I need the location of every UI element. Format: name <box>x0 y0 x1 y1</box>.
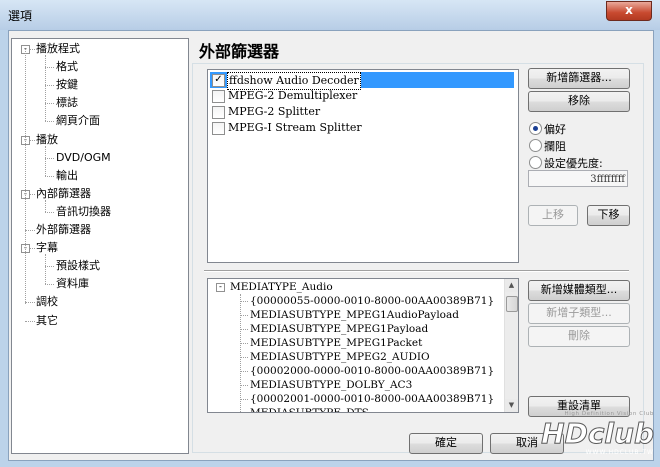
page-title: 外部篩選器 <box>199 42 280 61</box>
tree-connector <box>240 329 248 330</box>
tree-item[interactable]: 預設樣式 <box>56 258 100 274</box>
tree-item[interactable]: 按鍵 <box>56 77 78 93</box>
media-type-scrollbar[interactable]: ▲ ▼ <box>504 279 518 412</box>
tree-connector <box>240 385 248 386</box>
tree-item[interactable]: 其它 <box>36 313 58 329</box>
media-subtype-item[interactable]: MEDIASUBTYPE_DOLBY_AC3 <box>250 378 412 392</box>
tree-branch-line <box>45 199 46 212</box>
tree-connector <box>240 399 248 400</box>
media-subtype-item[interactable]: {00000055-0000-0010-8000-00AA00389B71} <box>250 294 494 308</box>
radio-label: 攔阻 <box>544 140 566 153</box>
radio-button[interactable] <box>529 122 542 135</box>
dialog-client: 播放程式 - 格式 按鍵 標誌 網頁介面 播放 - DVD/OGM 輸出 內部篩選器 - 音訊切換器 外部… <box>8 30 654 461</box>
watermark-url: WWW.HDCLUB.TW <box>586 449 654 456</box>
options-tree[interactable]: 播放程式 - 格式 按鍵 標誌 網頁介面 播放 - DVD/OGM 輸出 內部篩選器 - 音訊切換器 外部… <box>11 38 189 454</box>
external-filter-list[interactable]: ✓ ffdshow Audio Decoder MPEG-2 Demultiplex… <box>207 69 519 263</box>
section-divider <box>204 270 629 272</box>
tree-item[interactable]: 調校 <box>36 294 58 310</box>
move-down-button[interactable]: 下移 <box>587 205 630 226</box>
radio-label: 設定優先度: <box>544 157 603 170</box>
tree-item[interactable]: 字幕 <box>36 240 58 256</box>
scroll-up-arrow-icon[interactable]: ▲ <box>505 279 518 292</box>
media-type-root[interactable]: MEDIATYPE_Audio <box>230 280 333 294</box>
filter-checkbox[interactable]: ✓ <box>212 74 225 87</box>
filter-label: MPEG-2 Splitter <box>228 105 321 118</box>
filter-label: MPEG-2 Demultiplexer <box>228 89 358 102</box>
remove-button[interactable]: 移除 <box>528 91 630 112</box>
tree-connector <box>25 302 35 304</box>
media-type-tree[interactable]: MEDIATYPE_Audio - {00000055-0000-0010-8000… <box>207 278 519 413</box>
filter-checkbox[interactable] <box>212 122 225 135</box>
tree-connector <box>45 284 54 286</box>
close-button[interactable]: x <box>606 1 652 21</box>
delete-button[interactable]: 刪除 <box>528 326 630 347</box>
filter-label: MPEG-I Stream Splitter <box>228 121 362 134</box>
ok-button[interactable]: 確定 <box>409 433 483 454</box>
tree-item[interactable]: 外部篩選器 <box>36 222 91 238</box>
tree-connector <box>45 266 54 268</box>
tree-connector <box>240 357 248 358</box>
window-title: 選項 <box>8 9 33 23</box>
collapse-icon[interactable]: - <box>216 283 225 292</box>
tree-connector <box>25 230 35 231</box>
tree-item[interactable]: 輸出 <box>56 168 78 184</box>
tree-branch-line <box>240 294 241 412</box>
filter-row[interactable]: MPEG-2 Demultiplexer <box>210 88 514 104</box>
media-subtype-item[interactable]: MEDIASUBTYPE_MPEG1AudioPayload <box>250 308 459 322</box>
move-up-button[interactable]: 上移 <box>528 205 578 226</box>
filter-row[interactable]: MPEG-2 Splitter <box>210 104 514 120</box>
tree-item[interactable]: 播放程式 <box>36 41 80 57</box>
tree-connector <box>240 315 248 316</box>
radio-button[interactable] <box>529 156 542 169</box>
media-subtype-item[interactable]: MEDIASUBTYPE_MPEG2_AUDIO <box>250 350 430 364</box>
media-subtype-item[interactable]: MEDIASUBTYPE_DTS <box>250 406 369 412</box>
scrollbar-thumb[interactable] <box>506 296 518 312</box>
tree-connector <box>240 343 248 344</box>
tree-connector <box>45 103 54 105</box>
tree-branch-line <box>45 145 46 176</box>
tree-connector <box>45 121 54 123</box>
tree-connector <box>240 301 248 302</box>
add-filter-button[interactable]: 新增篩選器... <box>528 68 630 89</box>
add-media-type-button[interactable]: 新增媒體類型... <box>528 280 630 301</box>
tree-item[interactable]: 播放 <box>36 132 58 148</box>
tree-connector <box>45 211 54 213</box>
media-subtype-item[interactable]: {00002001-0000-0010-8000-00AA00389B71} <box>250 392 494 406</box>
filter-row[interactable]: MPEG-I Stream Splitter <box>210 120 514 136</box>
radio-label: 偏好 <box>544 123 566 136</box>
add-subtype-button[interactable]: 新增子類型... <box>528 303 630 324</box>
tree-connector <box>25 320 35 322</box>
tree-item[interactable]: 音訊切換器 <box>56 204 111 220</box>
tree-item[interactable]: 資料庫 <box>56 276 89 292</box>
tree-branch-line <box>45 254 46 285</box>
media-subtype-item[interactable]: {00002000-0000-0010-8000-00AA00389B71} <box>250 364 494 378</box>
tree-root-line <box>25 49 26 305</box>
radio-button[interactable] <box>529 139 542 152</box>
tree-item[interactable]: 格式 <box>56 59 78 75</box>
tree-connector <box>45 157 54 159</box>
filter-checkbox[interactable] <box>212 90 225 103</box>
watermark-logo-text: HDclub <box>541 417 654 450</box>
title-bar: 選項 x <box>0 0 660 30</box>
filter-row[interactable]: ✓ ffdshow Audio Decoder <box>210 72 514 90</box>
media-subtype-item[interactable]: MEDIASUBTYPE_MPEG1Payload <box>250 322 428 336</box>
tree-item[interactable]: 網頁介面 <box>56 113 100 129</box>
tree-connector <box>240 371 248 372</box>
tree-branch-line <box>45 55 46 122</box>
tree-item[interactable]: DVD/OGM <box>56 150 111 166</box>
tree-connector <box>45 85 54 87</box>
priority-input[interactable]: 3ffffffff <box>528 170 628 187</box>
hdclub-watermark-logo: High Definition Vision Club HDclub WWW.H… <box>541 411 655 456</box>
tree-connector <box>45 175 54 177</box>
tree-connector <box>45 67 54 69</box>
filter-checkbox[interactable] <box>212 106 225 119</box>
tree-item[interactable]: 標誌 <box>56 95 78 111</box>
media-subtype-item[interactable]: MEDIASUBTYPE_MPEG1Packet <box>250 336 422 350</box>
